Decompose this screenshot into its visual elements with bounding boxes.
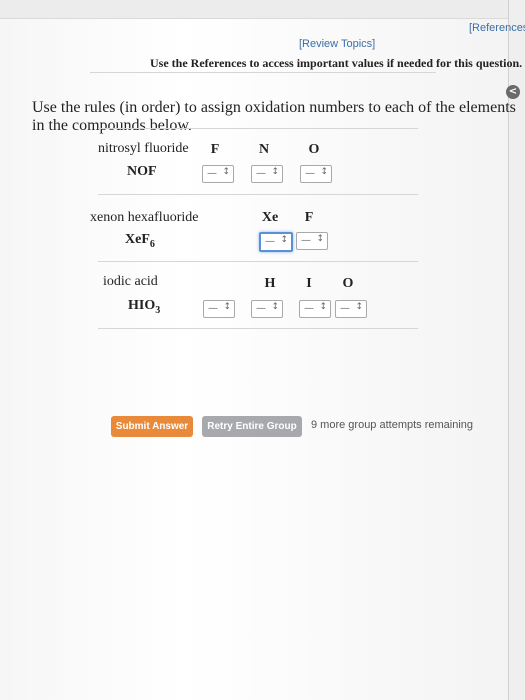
select-blank: — (256, 303, 266, 314)
select-blank: — (305, 168, 315, 179)
select-blank: — (304, 303, 314, 314)
formula-main: XeF (125, 232, 150, 247)
divider (98, 328, 418, 329)
oxidation-number-select[interactable]: — ↕ (300, 165, 332, 183)
compound-name: nitrosyl fluoride (98, 141, 189, 156)
select-blank: — (207, 168, 217, 179)
divider (98, 128, 418, 129)
question-page: < [References] [Review Topics] Use the R… (0, 0, 525, 700)
references-note: Use the References to access important v… (150, 56, 523, 70)
element-label: O (308, 142, 320, 157)
compound-name: iodic acid (103, 274, 158, 289)
element-label: O (342, 276, 354, 291)
select-blank: — (208, 303, 218, 314)
select-blank: — (340, 303, 350, 314)
oxidation-number-select[interactable]: — ↕ (251, 165, 283, 183)
question-instruction: Use the rules (in order) to assign oxida… (32, 99, 516, 134)
oxidation-number-select[interactable]: — ↕ (335, 300, 367, 318)
select-blank: — (301, 235, 311, 246)
select-arrows-icon: ↕ (271, 302, 279, 312)
references-link[interactable]: [References] (469, 22, 525, 34)
formula-main: HIO (128, 298, 156, 313)
select-arrows-icon: ↕ (223, 302, 231, 312)
element-label: I (306, 276, 312, 291)
select-arrows-icon: ↕ (319, 302, 327, 312)
element-label: Xe (261, 210, 279, 225)
select-arrows-icon: ↕ (271, 167, 279, 177)
element-label: H (264, 276, 276, 291)
select-blank: — (256, 168, 266, 179)
review-topics-link[interactable]: [Review Topics] (299, 38, 375, 50)
select-arrows-icon: ↕ (316, 234, 324, 244)
compound-name: xenon hexafluoride (90, 210, 199, 225)
submit-answer-button[interactable]: Submit Answer (111, 416, 193, 437)
oxidation-number-select[interactable]: — ↕ (203, 300, 235, 318)
compound-formula: HIO3 (128, 298, 160, 316)
attempts-remaining-text: 9 more group attempts remaining (311, 419, 474, 431)
select-arrows-icon: ↕ (320, 167, 328, 177)
top-bar (0, 0, 525, 19)
oxidation-number-select[interactable]: — ↕ (251, 300, 283, 318)
divider (98, 194, 418, 195)
element-label: N (258, 142, 270, 157)
oxidation-number-select[interactable]: — ↕ (202, 165, 234, 183)
select-arrows-icon: ↕ (222, 167, 230, 177)
element-label: F (210, 142, 220, 157)
select-arrows-icon: ↕ (355, 302, 363, 312)
select-arrows-icon: ↕ (280, 235, 288, 245)
oxidation-number-select[interactable]: — ↕ (259, 232, 293, 252)
element-label: F (304, 210, 314, 225)
oxidation-number-select[interactable]: — ↕ (299, 300, 331, 318)
divider (90, 72, 436, 73)
retry-entire-group-button[interactable]: Retry Entire Group (202, 416, 302, 437)
formula-subscript: 6 (149, 238, 155, 250)
select-blank: — (265, 236, 275, 247)
oxidation-number-select[interactable]: — ↕ (296, 232, 328, 250)
divider (98, 261, 418, 262)
formula-subscript: 3 (155, 304, 161, 316)
compound-formula: XeF6 (125, 232, 155, 250)
compound-formula: NOF (127, 164, 157, 179)
collapse-panel-icon[interactable]: < (506, 85, 520, 99)
